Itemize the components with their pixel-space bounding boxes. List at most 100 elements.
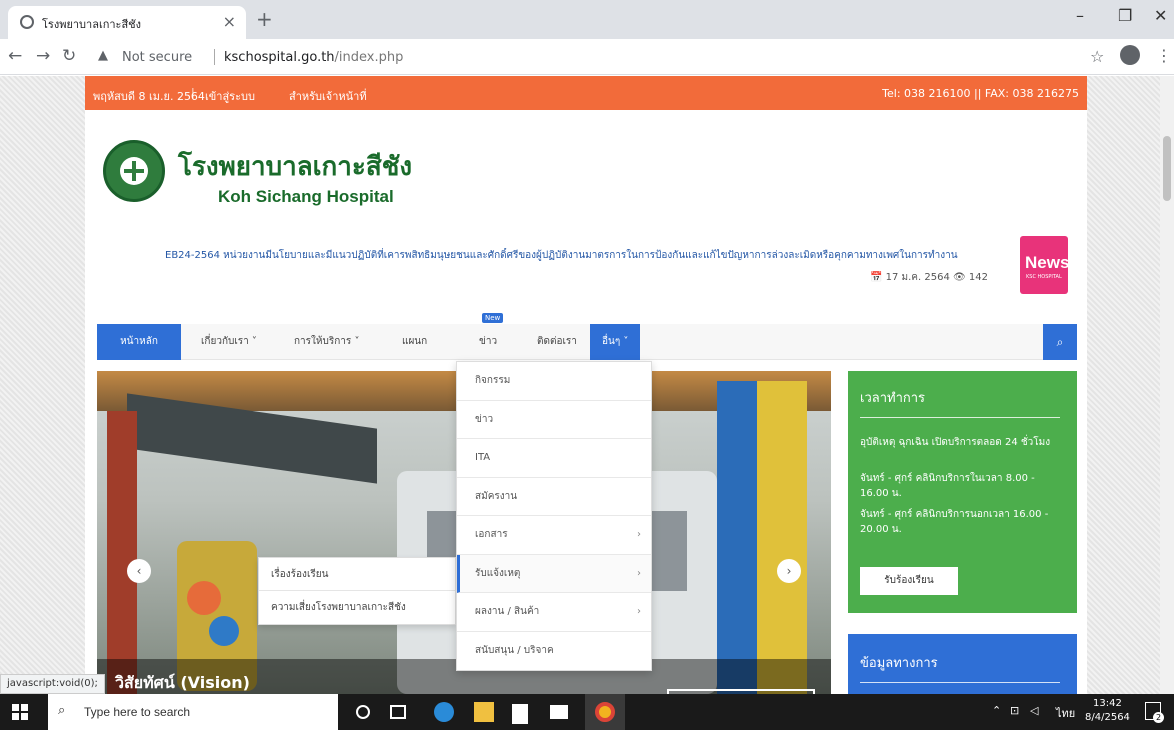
news-badge-text: News [1025,253,1070,272]
nav-news[interactable]: ข่าว [479,324,497,360]
hospital-logo[interactable] [103,140,165,202]
dropdown-item[interactable]: สมัครงาน [457,478,651,516]
tray-chevron-icon[interactable]: ⌃ [992,704,1001,717]
network-icon[interactable]: ⊡ [1010,704,1019,717]
taskbar-search-placeholder: Type here to search [84,705,191,719]
hours-line: จันทร์ - ศุกร์ คลินิกบริการนอกเวลา 16.00… [860,509,1049,535]
search-icon: ⌕ [58,703,66,718]
browser-tab[interactable]: โรงพยาบาลเกาะสีชัง × [8,6,246,39]
language-indicator[interactable]: ไทย [1056,704,1075,722]
slide-pillar [717,381,757,694]
submenu-item[interactable]: ความเสี่ยงโรงพยาบาลเกาะสีชัง [259,591,455,624]
edge-icon[interactable] [434,702,454,722]
dropdown-item[interactable]: กิจกรรม [457,362,651,401]
back-icon[interactable]: ← [8,46,22,66]
security-label[interactable]: Not secure [122,50,192,65]
dropdown-item[interactable]: ข่าว [457,401,651,439]
new-tab-button[interactable]: + [256,7,273,31]
nav-home[interactable]: หน้าหลัก [97,324,181,360]
news-badge-sub: KSC HOSPITAL [1026,274,1062,280]
staff-link[interactable]: สำหรับเจ้าหน้าที่ [289,87,367,105]
page-viewport: พฤหัสบดี 8 เม.ย. 2564 | เข้าสู่ระบบ สำหร… [0,76,1174,694]
window-close-icon[interactable]: ✕ [1154,6,1167,25]
top-info-bar: พฤหัสบดี 8 เม.ย. 2564 | เข้าสู่ระบบ สำหร… [85,76,1087,110]
store-icon[interactable] [512,704,528,724]
main-nav: หน้าหลัก เกี่ยวกับเรา ˅ การให้บริการ ˅ แ… [97,313,1077,360]
minimize-icon[interactable]: – [1076,6,1084,25]
nav-departments[interactable]: แผนก [402,324,427,360]
bookmark-star-icon[interactable]: ☆ [1090,47,1104,66]
slide-caption: วิสัยทัศน์ (Vision) [115,673,250,692]
browser-toolbar: ← → ↻ ▲ Not secure kschospital.go.th/ind… [0,39,1174,75]
dropdown-item[interactable]: สนับสนุน / บริจาค [457,632,651,671]
link-status-bar: javascript:void(0); [0,674,105,694]
dropdown-item[interactable]: ITA [457,439,651,478]
file-explorer-icon[interactable] [474,702,494,722]
dropdown-item-label: ผลงาน / สินค้า [475,606,540,617]
more-menu-icon[interactable]: ⋮ [1156,46,1172,65]
login-link[interactable]: เข้าสู่ระบบ [205,87,255,105]
nav-more[interactable]: อื่นๆ ˅ [590,324,641,360]
card-divider [860,682,1060,683]
dropdown-item-label: สมัครงาน [475,490,518,502]
logo-caduceus-bar [124,169,144,173]
topbar-divider: | [191,86,195,99]
new-badge: New [482,313,504,323]
cortana-icon[interactable] [356,705,370,719]
forward-icon[interactable]: → [36,46,50,66]
clock-date: 8/4/2564 [1085,712,1130,723]
nav-about[interactable]: เกี่ยวกับเรา ˅ [201,324,257,360]
card-title: เวลาทำการ [860,391,926,406]
slide-smiley [187,581,221,615]
warning-icon: ▲ [98,48,108,63]
office-hours-card: เวลาทำการ อุบัติเหตุ ฉุกเฉิน เปิดบริการต… [848,371,1077,613]
hours-line: อุบัติเหตุ ฉุกเฉิน เปิดบริการตลอด 24 ชั่… [860,437,1051,448]
browser-tabstrip: โรงพยาบาลเกาะสีชัง × + – ❐ ✕ [0,0,1174,39]
dropdown-item[interactable]: เอกสาร › [457,516,651,555]
nav-contact[interactable]: ติดต่อเรา [537,324,577,360]
complaint-button[interactable]: รับร้องเรียน [860,567,958,595]
omnibox-divider [214,49,215,65]
notification-icon[interactable]: 2 [1145,702,1164,723]
mail-icon[interactable] [550,705,568,719]
dropdown-item[interactable]: รับแจ้งเหตุ › [457,554,651,593]
slider-prev-icon[interactable]: ‹ [127,559,151,583]
windows-start-icon[interactable] [12,704,28,720]
slide-pillar [757,381,807,694]
tab-close-button[interactable]: × [223,12,236,31]
submenu-item[interactable]: เรื่องร้องเรียน [259,558,455,591]
current-date: พฤหัสบดี 8 เม.ย. 2564 [93,90,205,103]
slide-smiley [209,616,239,646]
chevron-right-icon: › [637,606,641,617]
chevron-right-icon: › [637,567,641,579]
dropdown-item-label: สนับสนุน / บริจาค [475,644,554,656]
dropdown-item-label: ITA [475,452,491,463]
url-text[interactable]: kschospital.go.th/index.php [224,50,403,65]
chrome-taskbar-item[interactable] [585,694,625,730]
nav-services[interactable]: การให้บริการ ˅ [294,324,359,360]
reload-icon[interactable]: ↻ [62,46,76,66]
task-view-icon[interactable] [390,705,406,719]
site-title-english[interactable]: Koh Sichang Hospital [218,187,394,207]
dropdown-item-label: ข่าว [475,413,494,425]
contact-numbers: Tel: 038 216100 || FAX: 038 216275 [882,87,1079,100]
dropdown-item-label: เอกสาร [475,529,508,540]
taskbar-clock[interactable]: 13:42 8/4/2564 [1085,697,1130,725]
page-scrollbar[interactable] [1160,76,1174,694]
slide-pillar [107,411,137,694]
volume-icon[interactable]: ◁ [1030,704,1038,717]
taskbar-search[interactable]: ⌕ Type here to search [48,694,338,730]
site-title-thai[interactable]: โรงพยาบาลเกาะสีชัง [178,146,412,187]
scroll-thumb[interactable] [1163,136,1171,201]
dropdown-item-label: กิจกรรม [475,375,511,386]
dropdown-item[interactable]: ผลงาน / สินค้า › [457,593,651,632]
profile-avatar-icon[interactable] [1120,45,1140,65]
search-icon[interactable]: ⌕ [1043,324,1077,360]
address-bar[interactable]: ▲ Not secure kschospital.go.th/index.php [94,43,1094,71]
restore-icon[interactable]: ❐ [1118,6,1132,25]
hours-line: จันทร์ - ศุกร์ คลินิกบริการในเวลา 8.00 -… [860,473,1035,499]
submenu-report: เรื่องร้องเรียน ความเสี่ยงโรงพยาบาลเกาะส… [258,557,456,625]
slider-next-icon[interactable]: › [777,559,801,583]
news-ticker[interactable]: EB24-2564 หน่วยงานมีนโยบายและมีแนวปฏิบัต… [165,248,995,263]
official-info-card: ข้อมูลทางการ [848,634,1077,694]
